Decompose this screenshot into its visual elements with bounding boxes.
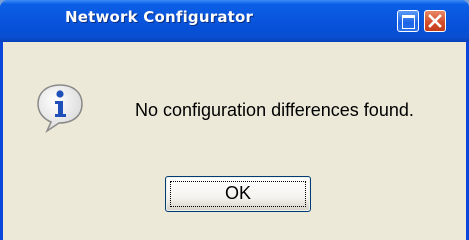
info-icon (37, 84, 83, 134)
maximize-icon (402, 15, 415, 29)
dialog-window: Network Configurator No configuration di… (0, 0, 469, 240)
close-icon (428, 14, 442, 28)
close-button[interactable] (424, 10, 446, 32)
maximize-button[interactable] (397, 10, 419, 32)
ok-button[interactable]: OK (165, 176, 311, 212)
dialog-body: No configuration differences found. OK (3, 42, 466, 240)
title-bar[interactable]: Network Configurator (0, 0, 469, 42)
ok-button-label: OK (224, 183, 251, 203)
window-title: Network Configurator (65, 8, 254, 26)
dialog-message: No configuration differences found. (135, 100, 414, 120)
